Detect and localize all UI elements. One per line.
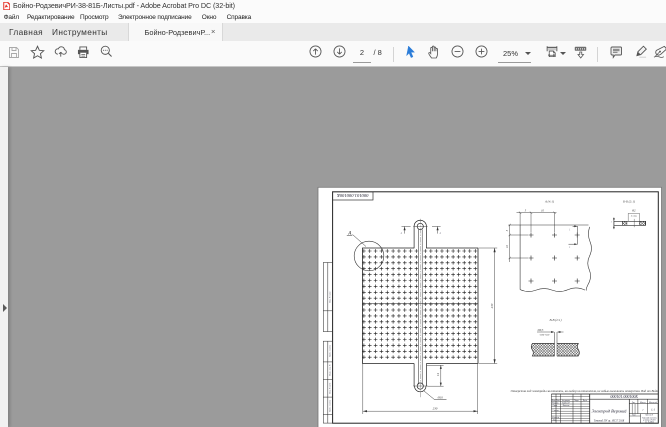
svg-text:Пров.: Пров.: [553, 405, 558, 407]
svg-text:Разраб.: Разраб.: [552, 403, 559, 405]
svg-text:Лист: Лист: [556, 400, 560, 402]
svg-text:14: 14: [436, 373, 440, 377]
svg-text:А (4:1): А (4:1): [544, 199, 554, 203]
svg-text:Листов 8: Листов 8: [645, 415, 653, 417]
svg-text:Масса: Масса: [640, 402, 647, 404]
svg-text:230: 230: [490, 303, 494, 308]
svg-text:Ø2: Ø2: [631, 210, 636, 213]
svg-text:1: 1: [611, 221, 612, 224]
svg-text:Т.контр.: Т.контр.: [552, 410, 559, 412]
svg-text:Подп.: Подп.: [574, 400, 579, 402]
svg-text:Утв.: Утв.: [553, 419, 557, 421]
svg-text:Электрод Верхний: Электрод Верхний: [592, 409, 628, 414]
svg-text:Ø10: Ø10: [437, 396, 444, 400]
svg-text:Масштаб: Масштаб: [649, 402, 657, 404]
svg-text:000101.000100Б: 000101.000100Б: [337, 193, 369, 198]
svg-text:Н.контр.: Н.контр.: [552, 417, 560, 419]
svg-text:1:1: 1:1: [651, 409, 655, 412]
svg-text:230: 230: [433, 407, 438, 411]
svg-text:универ. ИнЭО: универ. ИнЭО: [643, 419, 656, 421]
svg-text:000101.000100Б: 000101.000100Б: [610, 394, 638, 399]
svg-text:Иванов: Иванов: [563, 405, 570, 407]
svg-text:Б-Б (2:1): Б-Б (2:1): [622, 199, 635, 203]
svg-text:Лист: Лист: [632, 415, 636, 417]
svg-text:Томский ПУ гр. 10Г27 201Б: Томский ПУ гр. 10Г27 201Б: [594, 419, 625, 422]
svg-text:+0,06 -0,02: +0,06 -0,02: [539, 335, 551, 337]
svg-text:В-В (2:1): В-В (2:1): [549, 318, 561, 322]
svg-text:2 отв.: 2 отв.: [631, 215, 638, 218]
svg-text:Лит.: Лит.: [632, 402, 636, 404]
svg-text:гр. З-4401: гр. З-4401: [645, 421, 654, 423]
svg-text:Ø0,5: Ø0,5: [537, 328, 544, 332]
